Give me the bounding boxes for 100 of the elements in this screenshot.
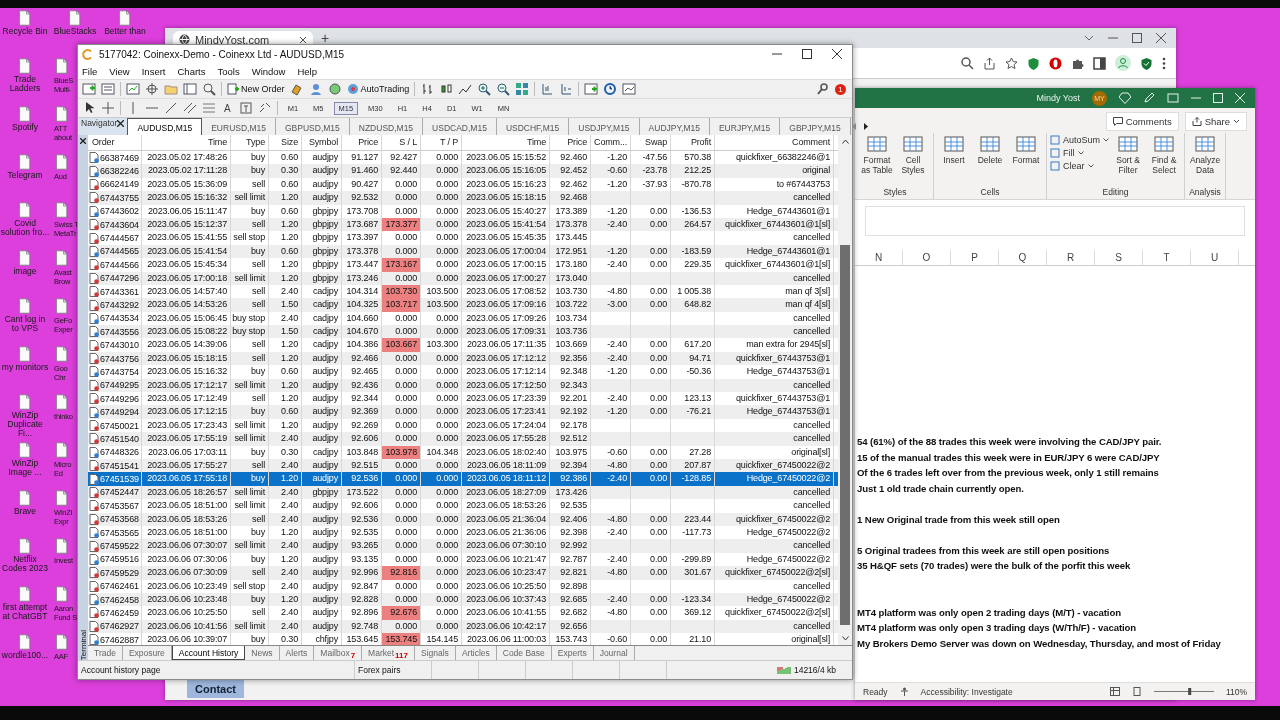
people-icon[interactable] — [308, 82, 323, 96]
template-icon[interactable] — [622, 82, 637, 96]
chart-tab[interactable]: AUDUSD,M15 — [127, 118, 203, 135]
file-icon[interactable] — [17, 490, 33, 506]
page-layout-icon[interactable] — [1131, 687, 1142, 696]
terminal-tab[interactable]: Exposure — [122, 646, 172, 660]
normal-view-icon[interactable] — [1109, 687, 1120, 696]
close-icon[interactable] — [832, 49, 842, 59]
tile-windows-icon[interactable] — [515, 82, 530, 96]
menu-item[interactable]: File — [82, 65, 98, 77]
ribbon-button[interactable]: Find & Select — [1147, 133, 1182, 187]
terminal-tab[interactable]: Experts — [551, 646, 594, 660]
file-icon[interactable] — [54, 106, 70, 122]
channel-icon[interactable] — [183, 101, 197, 115]
file-icon[interactable] — [17, 394, 33, 410]
new-order-button[interactable]: New Order — [227, 83, 285, 95]
table-row[interactable]: 67443602 2023.06.05 15:11:47 buy 0.60 gbpjpy 173.708 0.000 0.000 2023.06.05 15:40:27 173.389 -1.20 0.00 -136.53 Hedge_67443601@1 — [88, 204, 838, 218]
file-icon[interactable] — [17, 586, 33, 602]
chevron-down-icon[interactable] — [1084, 33, 1094, 43]
column-header[interactable]: Price — [342, 135, 382, 150]
text-tool[interactable]: A — [221, 102, 234, 114]
pen-icon[interactable] — [1143, 92, 1155, 104]
zoom-out-icon[interactable] — [496, 82, 511, 96]
column-header[interactable]: Swap — [631, 135, 671, 150]
file-icon[interactable] — [54, 442, 70, 458]
column-header[interactable]: S / L — [382, 135, 421, 150]
comments-button[interactable]: Comments — [1105, 112, 1179, 131]
table-row[interactable]: 67449294 2023.06.05 17:12:15 buy 0.60 audjpy 92.369 0.000 0.000 2023.06.05 17:23:41 92.192 -1.20 0.00 -76.21 Hedge_67443753@1 — [88, 405, 838, 419]
candlestick-icon[interactable] — [439, 82, 454, 96]
zoom-in-icon[interactable] — [477, 82, 492, 96]
column-header[interactable]: Symbol — [302, 135, 342, 150]
window-icon[interactable] — [183, 82, 197, 96]
ribbon-button[interactable]: Insert — [937, 133, 971, 187]
close-icon[interactable] — [80, 138, 86, 144]
column-header[interactable]: R — [1047, 250, 1095, 265]
file-icon[interactable] — [17, 442, 33, 458]
table-row[interactable]: 67453567 2023.06.05 18:51:00 sell limit 2.40 audjpy 92.606 0.000 0.000 2023.06.05 18:53:26 92.535 cancelled — [88, 499, 838, 513]
label-icon[interactable] — [238, 101, 253, 115]
shield-icon[interactable] — [1027, 56, 1040, 70]
column-header[interactable]: Type — [231, 135, 269, 150]
file-icon[interactable] — [17, 154, 33, 170]
terminal-tab[interactable]: News — [245, 646, 280, 660]
file-icon[interactable] — [17, 538, 33, 554]
ribbon-button[interactable]: Format as Table — [860, 133, 894, 187]
file-icon[interactable] — [17, 202, 33, 218]
table-row[interactable]: 67462927 2023.06.06 10:41:56 sell limit 2.40 audjpy 92.748 0.000 0.000 2023.06.06 10:42:17 92.656 cancelled — [88, 619, 838, 634]
menu-item[interactable]: View — [109, 65, 130, 77]
diamond-icon[interactable] — [1119, 92, 1131, 104]
column-header[interactable]: N — [855, 250, 903, 265]
table-row[interactable]: 67459522 2023.06.06 07:30:07 sell limit 2.40 audjpy 93.265 0.000 0.000 2023.06.06 07:30:10 92.992 cancelled — [88, 539, 838, 553]
display-icon[interactable] — [1167, 92, 1179, 104]
ribbon-button[interactable]: Cell Styles — [896, 133, 930, 187]
signal-icon[interactable] — [327, 82, 342, 96]
ribbon-button[interactable]: Delete — [973, 133, 1007, 187]
close-icon[interactable] — [117, 120, 125, 127]
menu-item[interactable]: Window — [251, 65, 286, 77]
file-icon[interactable] — [67, 10, 83, 26]
line-chart-icon[interactable] — [458, 82, 473, 96]
scroll-up-icon[interactable] — [841, 139, 849, 144]
file-icon[interactable] — [17, 250, 33, 266]
table-row[interactable]: 67451539 2023.06.05 17:55:18 buy 1.20 audjpy 92.536 0.000 0.000 2023.06.05 18:11:12 92.386 -2.40 0.00 -128.85 Hedge_67450022@2 — [88, 472, 838, 486]
market-watch-icon[interactable] — [126, 82, 140, 96]
column-header[interactable]: T / P — [421, 135, 462, 150]
search-icon[interactable] — [816, 82, 830, 96]
trend-line-icon[interactable] — [164, 101, 178, 115]
autotrading-button[interactable]: AutoTrading — [346, 83, 410, 95]
table-row[interactable]: 67447296 2023.06.05 17:00:18 sell limit 1.20 gbpjpy 173.246 0.000 0.000 2023.06.05 17:00:27 173.040 cancelled — [88, 271, 838, 285]
terminal-tab[interactable]: Signals — [415, 646, 456, 660]
file-icon[interactable] — [17, 298, 33, 314]
contact-button[interactable]: Contact — [187, 680, 244, 698]
table-row[interactable]: 67459529 2023.06.06 07:30:09 sell 2.40 audjpy 92.996 92.816 0.000 2023.06.06 10:23:47 92.821 -4.80 0.00 301.67 quickfixer_67450022@2[sl] — [88, 566, 838, 580]
notification-badge[interactable]: 1 — [835, 83, 846, 95]
terminal-tab[interactable]: Trade — [88, 646, 123, 660]
profiles-icon[interactable] — [101, 82, 115, 96]
arrows-icon[interactable] — [257, 101, 272, 115]
column-header[interactable]: P — [951, 250, 999, 265]
tester-icon[interactable] — [202, 82, 216, 96]
file-icon[interactable] — [54, 154, 70, 170]
terminal-tab[interactable]: Articles — [455, 646, 497, 660]
zoom-slider[interactable] — [1153, 687, 1214, 696]
menu-item[interactable]: Tools — [217, 65, 240, 77]
chart-shift-icon[interactable] — [540, 82, 555, 96]
menu-item[interactable]: Insert — [141, 65, 166, 77]
file-icon[interactable] — [54, 298, 70, 314]
pencil-icon[interactable] — [289, 82, 304, 96]
clock-icon[interactable] — [603, 82, 618, 96]
star-icon[interactable] — [1005, 56, 1018, 70]
close-icon[interactable] — [299, 35, 307, 44]
table-row[interactable]: 67443756 2023.06.05 15:18:15 sell 1.20 audjpy 92.466 0.000 0.000 2023.06.05 17:12:12 92.356 -2.40 0.00 94.71 quickfixer_67443753@1 — [88, 351, 838, 366]
table-row[interactable]: 67443604 2023.06.05 15:12:37 sell 1.20 gbpjpy 173.687 173.377 0.000 2023.06.05 15:41:54 173.378 -2.40 0.00 264.57 quickfixer_67443601@1[sl] — [88, 217, 838, 232]
table-row[interactable]: 67444567 2023.06.05 15:41:55 sell stop 1.20 gbpjpy 173.397 0.000 0.000 2023.06.05 15:45:35 173.445 cancelled — [88, 231, 838, 245]
file-icon[interactable] — [54, 202, 70, 218]
column-header[interactable]: S — [1095, 250, 1143, 265]
file-icon[interactable] — [17, 58, 33, 74]
autoscroll-icon[interactable] — [559, 82, 574, 96]
share-button[interactable]: Share — [1184, 112, 1247, 131]
file-icon[interactable] — [54, 586, 70, 602]
ribbon-button[interactable]: Clear — [1050, 161, 1110, 171]
table-row[interactable]: 67443010 2023.06.05 14:39:06 sell 1.20 cadjpy 104.386 103.667 103.300 2023.06.05 17:11:35 103.669 -2.40 0.00 617.20 man extra for 2945[sl] — [88, 338, 838, 352]
table-row[interactable]: 67462461 2023.06.06 10:23:49 sell stop 2.40 audjpy 92.847 0.000 0.000 2023.06.06 10:25:50 92.898 cancelled — [88, 579, 838, 593]
